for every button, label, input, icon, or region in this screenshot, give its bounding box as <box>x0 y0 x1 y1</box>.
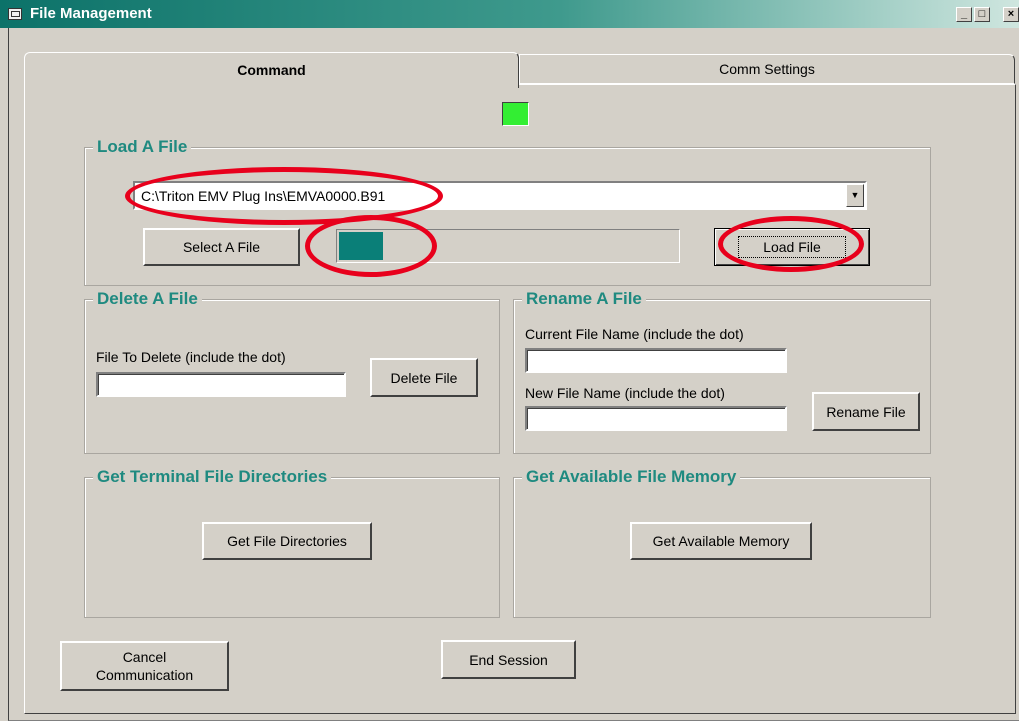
new-file-name-input[interactable] <box>525 406 787 431</box>
window-title: File Management <box>30 5 152 22</box>
dropdown-arrow-icon[interactable]: ▼ <box>846 184 864 207</box>
get-file-directories-button[interactable]: Get File Directories <box>202 522 372 560</box>
file-path-combobox[interactable]: C:\Triton EMV Plug Ins\EMVA0000.B91 ▼ <box>133 181 867 210</box>
delete-file-group-label: Delete A File <box>93 289 202 309</box>
close-button[interactable]: × <box>1003 7 1019 22</box>
memory-group-label: Get Available File Memory <box>522 467 741 487</box>
file-to-delete-label: File To Delete (include the dot) <box>96 349 286 365</box>
new-file-name-label: New File Name (include the dot) <box>525 385 725 401</box>
end-session-button[interactable]: End Session <box>441 640 576 679</box>
rename-file-button[interactable]: Rename File <box>812 392 920 431</box>
cancel-communication-button[interactable]: Cancel Communication <box>60 641 229 691</box>
title-bar[interactable] <box>0 0 1019 28</box>
current-file-name-input[interactable] <box>525 348 787 373</box>
directories-group-label: Get Terminal File Directories <box>93 467 332 487</box>
minimize-button[interactable]: _ <box>956 7 972 22</box>
select-file-button[interactable]: Select A File <box>143 228 300 266</box>
file-to-delete-input[interactable] <box>96 372 346 397</box>
load-file-button-label: Load File <box>738 236 846 258</box>
get-available-memory-button[interactable]: Get Available Memory <box>630 522 812 560</box>
window-icon <box>8 8 22 20</box>
tab-command[interactable]: Command <box>24 52 519 88</box>
file-path-value: C:\Triton EMV Plug Ins\EMVA0000.B91 <box>141 188 386 204</box>
connection-status-indicator <box>502 102 529 126</box>
maximize-button[interactable]: □ <box>974 7 990 22</box>
delete-file-button[interactable]: Delete File <box>370 358 478 397</box>
tab-comm-settings[interactable]: Comm Settings <box>519 54 1015 84</box>
load-file-group-label: Load A File <box>93 137 192 157</box>
load-progress-bar <box>336 229 680 263</box>
load-progress-fill <box>339 232 383 260</box>
load-file-button[interactable]: Load File <box>714 228 870 266</box>
rename-file-group-label: Rename A File <box>522 289 646 309</box>
current-file-name-label: Current File Name (include the dot) <box>525 326 744 342</box>
